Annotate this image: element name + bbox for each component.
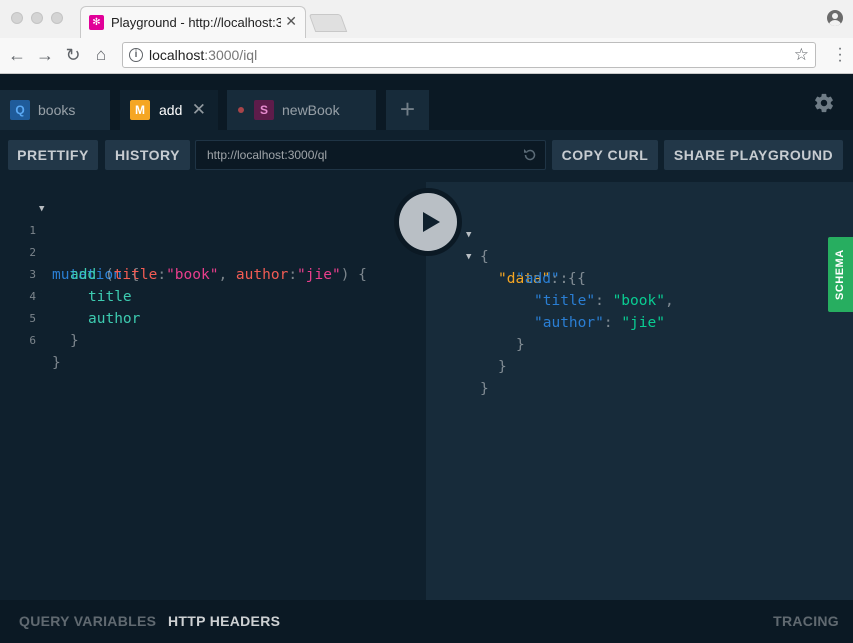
copy-curl-button[interactable]: COPY CURL bbox=[552, 140, 658, 170]
close-tab-icon[interactable]: ✕ bbox=[285, 13, 297, 30]
info-icon[interactable]: i bbox=[129, 48, 143, 62]
mutation-badge: M bbox=[130, 100, 150, 120]
address-bar[interactable]: i localhost:3000/iql ☆ bbox=[122, 42, 816, 68]
browser-tab[interactable]: ✻ Playground - http://localhost:3 ✕ bbox=[80, 6, 306, 38]
home-icon[interactable]: ⌂ bbox=[90, 44, 112, 66]
endpoint-field[interactable] bbox=[195, 140, 546, 170]
result-line: ▼ "data": { bbox=[426, 224, 853, 287]
forward-icon[interactable]: → bbox=[34, 44, 56, 66]
result-line: "title": "book", bbox=[534, 293, 674, 309]
code-line: 6 } bbox=[0, 308, 426, 371]
bottom-panel-bar: QUERY VARIABLES HTTP HEADERS TRACING bbox=[0, 600, 853, 643]
prettify-button[interactable]: PRETTIFY bbox=[8, 140, 98, 170]
code-line: 5 } bbox=[0, 286, 426, 349]
close-tab-icon[interactable]: ✕ bbox=[192, 100, 206, 120]
schema-tab[interactable]: SCHEMA bbox=[828, 237, 853, 312]
line-number: 6 bbox=[29, 334, 36, 347]
query-badge: Q bbox=[10, 100, 30, 120]
code-line: 4 author bbox=[0, 264, 426, 327]
graphql-playground: Q books M add ✕ S newBook + PRETTIFY HIS… bbox=[0, 74, 853, 643]
settings-gear-icon[interactable] bbox=[813, 92, 835, 114]
execute-query-button[interactable] bbox=[394, 188, 462, 256]
result-line: } bbox=[426, 312, 853, 353]
playground-toolbar: PRETTIFY HISTORY COPY CURL SHARE PLAYGRO… bbox=[0, 130, 853, 182]
result-viewer: ▼ { ▼ "data": { "add": { "title": "book"… bbox=[426, 182, 853, 600]
bookmark-star-icon[interactable]: ☆ bbox=[794, 45, 809, 65]
http-headers-tab[interactable]: HTTP HEADERS bbox=[168, 613, 280, 629]
result-line: "author": "jie" bbox=[534, 315, 665, 331]
minimize-window-button[interactable] bbox=[31, 12, 43, 24]
browser-tab-strip: ✻ Playground - http://localhost:3 ✕ bbox=[0, 0, 853, 38]
fold-arrow-icon[interactable]: ▼ bbox=[39, 198, 44, 220]
history-button[interactable]: HISTORY bbox=[105, 140, 190, 170]
code-line: 2 add (title:"book", author:"jie") { bbox=[0, 220, 426, 283]
tab-newbook[interactable]: S newBook bbox=[227, 90, 376, 130]
tab-label: newBook bbox=[282, 102, 340, 118]
subscription-badge: S bbox=[254, 100, 274, 120]
tab-label: books bbox=[38, 102, 76, 118]
url-text[interactable]: localhost:3000/iql bbox=[149, 47, 257, 63]
tab-label: add bbox=[159, 102, 183, 118]
reload-icon[interactable]: ↻ bbox=[62, 44, 84, 66]
playground-tab-bar: Q books M add ✕ S newBook + bbox=[0, 74, 853, 130]
browser-toolbar: ← → ↻ ⌂ i localhost:3000/iql ☆ · · · bbox=[0, 38, 853, 74]
back-icon[interactable]: ← bbox=[6, 44, 28, 66]
endpoint-input[interactable] bbox=[207, 148, 507, 162]
code-line: 1 ▼ mutation { bbox=[0, 198, 426, 283]
close-window-button[interactable] bbox=[11, 12, 23, 24]
brace: } bbox=[52, 355, 61, 371]
reload-schema-icon[interactable] bbox=[521, 146, 539, 164]
query-editor[interactable]: 1 ▼ mutation { 2 add (title:"book", auth… bbox=[0, 182, 426, 600]
result-line: ▼ { bbox=[426, 202, 853, 265]
browser-tab-title: Playground - http://localhost:3 bbox=[111, 15, 281, 30]
code-line: 3 title bbox=[0, 242, 426, 305]
maximize-window-button[interactable] bbox=[51, 12, 63, 24]
new-tab-button[interactable] bbox=[308, 14, 348, 32]
brace: } bbox=[70, 333, 79, 349]
unsaved-indicator bbox=[238, 107, 244, 113]
result-line: } bbox=[426, 334, 853, 375]
browser-menu-icon[interactable]: · · · bbox=[837, 41, 843, 69]
add-tab-button[interactable]: + bbox=[386, 90, 429, 130]
brace: } bbox=[480, 381, 489, 397]
profile-icon[interactable] bbox=[827, 10, 843, 26]
result-line: "add": { bbox=[516, 271, 586, 287]
share-playground-button[interactable]: SHARE PLAYGROUND bbox=[664, 140, 843, 170]
tab-books[interactable]: Q books bbox=[0, 90, 110, 130]
query-variables-tab[interactable]: QUERY VARIABLES bbox=[19, 613, 156, 629]
play-icon bbox=[423, 212, 440, 232]
tracing-tab[interactable]: TRACING bbox=[773, 613, 839, 629]
tab-add[interactable]: M add ✕ bbox=[120, 90, 218, 130]
result-line: } bbox=[426, 356, 853, 397]
graphql-favicon-icon: ✻ bbox=[89, 15, 104, 30]
